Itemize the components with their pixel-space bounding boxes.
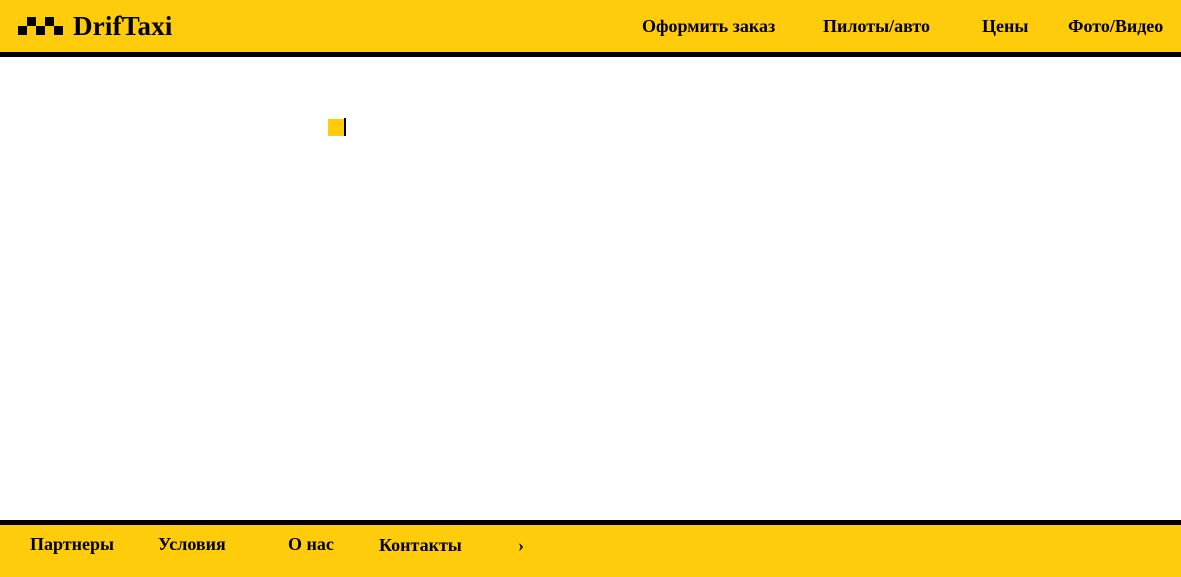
main-content [0,57,1181,520]
taxi-checker-icon [18,17,64,35]
footer-contacts-link[interactable]: Контакты [379,535,462,556]
nav-pilots-link[interactable]: Пилоты/авто [823,0,930,52]
footer-partners-link[interactable]: Партнеры [30,534,114,555]
brand-name: DrifTaxi [73,10,173,41]
nav-prices-link[interactable]: Цены [982,0,1028,52]
footer-terms-link[interactable]: Условия [158,534,226,555]
loading-indicator [328,119,344,136]
nav-media-link[interactable]: Фото/Видео [1068,0,1163,52]
footer-about-link[interactable]: О нас [288,534,334,555]
logo-link[interactable]: DrifTaxi [18,0,173,52]
site-footer: Партнеры Условия О нас Контакты › [0,520,1181,577]
nav-order-link[interactable]: Оформить заказ [642,0,775,52]
footer-more-link[interactable]: › [518,535,524,556]
page: DrifTaxi Оформить заказ Пилоты/авто Цены… [0,0,1181,577]
text-cursor [344,118,346,136]
site-header: DrifTaxi Оформить заказ Пилоты/авто Цены… [0,0,1181,57]
